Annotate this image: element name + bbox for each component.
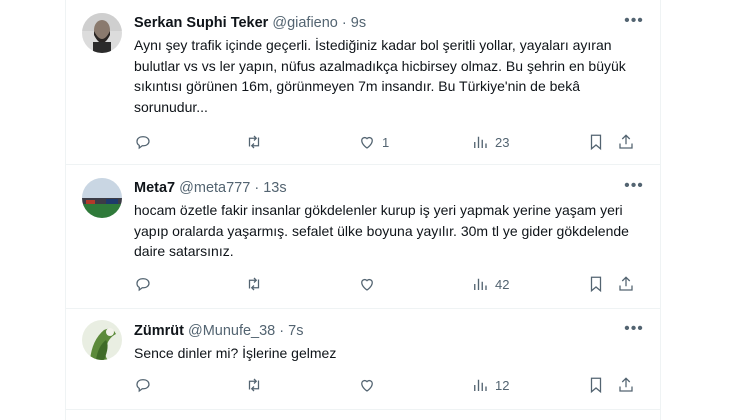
share-button[interactable] xyxy=(617,132,635,152)
views-chart-icon xyxy=(474,379,487,391)
share-icon xyxy=(619,377,633,392)
author-handle[interactable]: @giafieno xyxy=(272,15,338,31)
reply-icon xyxy=(136,379,150,393)
views-count: 12 xyxy=(495,377,510,393)
tweet-text: Sence dinler mi? İşlerine gelmez xyxy=(134,345,337,361)
heart-icon xyxy=(361,379,373,392)
author-handle[interactable]: @meta777 xyxy=(179,180,250,196)
tweet-actions: 42 xyxy=(134,274,644,294)
tweet[interactable]: Serkan Suphi Teker @giafieno · 9s ••• Ay… xyxy=(66,0,660,165)
retweet-icon xyxy=(248,277,260,291)
avatar[interactable] xyxy=(82,320,122,360)
retweet-button[interactable] xyxy=(245,132,269,152)
author-name[interactable]: Zümrüt xyxy=(134,323,184,339)
retweet-button[interactable] xyxy=(245,274,269,294)
bookmark-icon xyxy=(590,377,602,394)
retweet-icon xyxy=(248,378,260,392)
separator-dot: · xyxy=(254,180,260,196)
tweet[interactable]: Zümrüt @Munufe_38 · 7s ••• Sence dinler … xyxy=(66,309,660,410)
like-button[interactable] xyxy=(358,274,382,294)
like-count: 1 xyxy=(382,134,390,150)
share-button[interactable] xyxy=(617,375,635,395)
more-options-button[interactable]: ••• xyxy=(624,12,644,32)
bookmark-icon xyxy=(590,134,602,151)
author-name[interactable]: Serkan Suphi Teker xyxy=(134,15,268,31)
avatar[interactable] xyxy=(82,178,122,218)
more-options-button[interactable]: ••• xyxy=(624,320,644,340)
share-icon xyxy=(619,276,633,291)
more-horizontal-icon: ••• xyxy=(624,12,644,29)
tweet-header: Meta7 @meta777 · 13s xyxy=(134,179,287,197)
share-icon xyxy=(619,134,633,149)
bookmark-button[interactable] xyxy=(587,274,605,294)
timestamp[interactable]: 9s xyxy=(351,15,366,31)
share-button[interactable] xyxy=(617,274,635,294)
more-horizontal-icon: ••• xyxy=(624,177,644,194)
reply-button[interactable] xyxy=(134,132,158,152)
retweet-button[interactable] xyxy=(245,375,269,395)
like-button[interactable] xyxy=(358,375,382,395)
author-name[interactable]: Meta7 xyxy=(134,180,175,196)
views-button[interactable]: 23 xyxy=(471,132,509,152)
heart-icon xyxy=(361,136,373,149)
separator-dot: · xyxy=(279,323,285,339)
timestamp[interactable]: 13s xyxy=(263,180,286,196)
more-horizontal-icon: ••• xyxy=(624,320,644,337)
more-options-button[interactable]: ••• xyxy=(624,177,644,197)
author-handle[interactable]: @Munufe_38 xyxy=(188,323,275,339)
bookmark-icon xyxy=(590,276,602,293)
bookmark-button[interactable] xyxy=(587,132,605,152)
tweet-thread: Serkan Suphi Teker @giafieno · 9s ••• Ay… xyxy=(65,0,661,420)
views-button[interactable]: 42 xyxy=(471,274,509,294)
timestamp[interactable]: 7s xyxy=(288,323,303,339)
bookmark-button[interactable] xyxy=(587,375,605,395)
like-button[interactable]: 1 xyxy=(358,132,389,152)
reply-button[interactable] xyxy=(134,375,158,395)
views-chart-icon xyxy=(474,136,487,148)
retweet-icon xyxy=(248,135,260,149)
tweet-actions: 1 23 xyxy=(134,132,644,152)
reply-button[interactable] xyxy=(134,274,158,294)
views-count: 23 xyxy=(495,134,510,150)
views-button[interactable]: 12 xyxy=(471,375,509,395)
avatar[interactable] xyxy=(82,13,122,53)
reply-icon xyxy=(136,278,150,292)
views-chart-icon xyxy=(474,278,487,290)
tweet-text: hocam özetle fakir insanlar gökdelenler … xyxy=(134,202,629,259)
reply-icon xyxy=(136,136,150,150)
tweet-actions: 12 xyxy=(134,375,644,395)
tweet-header: Serkan Suphi Teker @giafieno · 9s xyxy=(134,14,366,32)
tweet-text: Aynı şey trafik içinde geçerli. İstediği… xyxy=(134,37,626,115)
separator-dot: · xyxy=(341,15,347,31)
tweet-header: Zümrüt @Munufe_38 · 7s xyxy=(134,322,303,340)
tweet[interactable]: Meta7 @meta777 · 13s ••• hocam özetle fa… xyxy=(66,165,660,309)
heart-icon xyxy=(361,278,373,291)
views-count: 42 xyxy=(495,276,510,292)
